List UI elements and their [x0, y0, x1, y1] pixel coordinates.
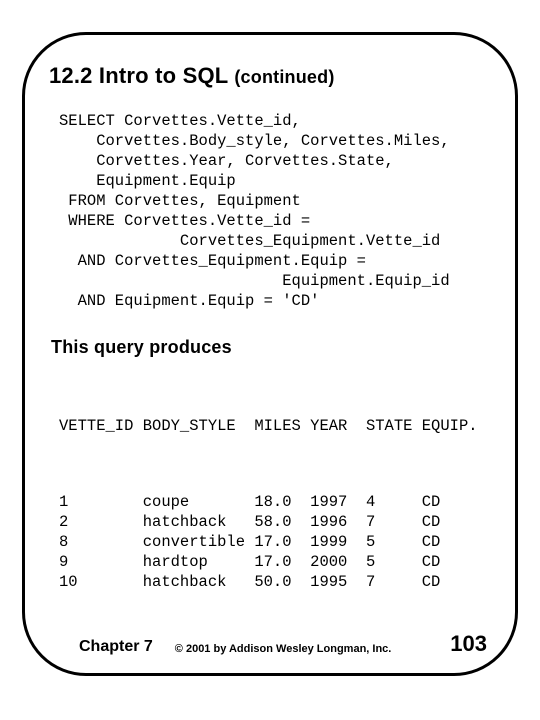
page-frame: 12.2 Intro to SQL (continued) SELECT Cor…: [22, 32, 518, 676]
result-header-row: VETTE_ID BODY_STYLE MILES YEAR STATE EQU…: [59, 416, 491, 436]
footer-page-number: 103: [450, 631, 487, 657]
page-footer: Chapter 7 © 2001 by Addison Wesley Longm…: [25, 631, 515, 657]
heading-main: 12.2 Intro to SQL: [49, 63, 234, 88]
section-heading: 12.2 Intro to SQL (continued): [49, 63, 491, 89]
footer-chapter: Chapter 7: [79, 638, 153, 656]
sql-query-block: SELECT Corvettes.Vette_id, Corvettes.Bod…: [59, 111, 491, 311]
result-table: VETTE_ID BODY_STYLE MILES YEAR STATE EQU…: [59, 376, 491, 632]
footer-copyright: © 2001 by Addison Wesley Longman, Inc.: [175, 643, 450, 655]
produces-label: This query produces: [51, 337, 491, 358]
result-body: 1 coupe 18.0 1997 4 CD 2 hatchback 58.0 …: [59, 492, 491, 592]
heading-continued: (continued): [234, 67, 334, 87]
